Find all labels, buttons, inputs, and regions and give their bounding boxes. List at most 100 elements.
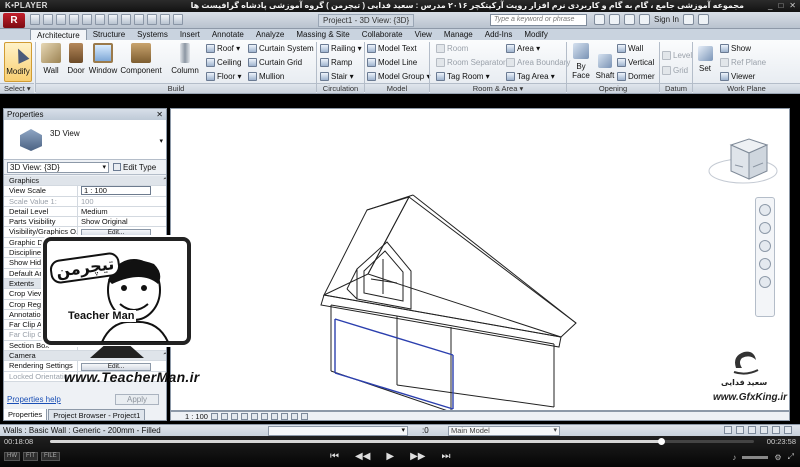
edit-button[interactable]: Edit... xyxy=(81,229,151,237)
selected-wall[interactable] xyxy=(334,318,454,410)
type-selector[interactable]: 3D View ▾ xyxy=(4,120,166,160)
model-text-button[interactable]: Model Text xyxy=(367,43,417,54)
room-separator-button[interactable]: Room Separator xyxy=(436,57,506,68)
floor-button[interactable]: Floor ▾ xyxy=(206,71,241,82)
select-links-icon[interactable] xyxy=(724,426,732,434)
tab-view[interactable]: View xyxy=(409,29,438,40)
play-icon[interactable]: ▶ xyxy=(386,451,394,462)
curtain-system-button[interactable]: Curtain System xyxy=(248,43,314,54)
property-group-header[interactable]: Graphics ⌃ xyxy=(4,176,166,187)
tab-systems[interactable]: Systems xyxy=(131,29,174,40)
look-icon[interactable] xyxy=(759,276,771,288)
wall-button[interactable]: Wall xyxy=(39,43,63,75)
property-row[interactable]: Detail Level Medium xyxy=(4,206,166,218)
reveal-hidden-icon[interactable] xyxy=(301,413,308,420)
crop-view-icon[interactable] xyxy=(261,413,268,420)
area-button[interactable]: Area ▾ xyxy=(506,43,540,54)
tab-project-browser[interactable]: Project Browser - Project1 xyxy=(48,409,146,421)
collapse-icon[interactable]: ⌃ xyxy=(159,176,166,185)
property-value[interactable]: 1 : 100 xyxy=(78,186,166,196)
tab-properties[interactable]: Properties xyxy=(3,409,48,421)
stair-button[interactable]: Stair ▾ xyxy=(320,71,354,82)
modify-button[interactable]: Modify xyxy=(4,42,32,82)
minimize-icon[interactable]: _ xyxy=(768,1,772,10)
subscription-icon[interactable] xyxy=(609,14,620,25)
window-button[interactable]: Window xyxy=(88,43,118,75)
component-button[interactable]: Component xyxy=(120,43,162,75)
edit-type-button[interactable]: Edit Type xyxy=(113,163,156,172)
tab-insert[interactable]: Insert xyxy=(174,29,206,40)
lock-view-icon[interactable] xyxy=(281,413,288,420)
zoom-icon[interactable] xyxy=(759,222,771,234)
open-icon[interactable] xyxy=(30,14,40,25)
by-face-button[interactable]: By Face xyxy=(569,43,593,80)
show-crop-icon[interactable] xyxy=(271,413,278,420)
redo-icon[interactable] xyxy=(69,14,79,25)
next-icon[interactable]: ⏭ xyxy=(441,451,450,462)
room-area-panel-label[interactable]: Room & Area ▾ xyxy=(430,83,566,93)
drag-elements-icon[interactable] xyxy=(772,426,780,434)
house-3d-model[interactable] xyxy=(171,109,790,411)
sun-path-icon[interactable] xyxy=(231,413,238,420)
maximize-icon[interactable]: □ xyxy=(778,1,783,10)
property-value[interactable]: Edit... xyxy=(78,227,166,237)
tag-room-button[interactable]: Tag Room ▾ xyxy=(436,71,490,82)
fit-badge[interactable]: FIT xyxy=(23,452,38,461)
rewind-icon[interactable]: ◀◀ xyxy=(355,451,370,462)
apply-button[interactable]: Apply xyxy=(115,394,159,405)
measure-icon[interactable] xyxy=(95,14,105,25)
fullscreen-icon[interactable]: ⤢ xyxy=(788,452,794,462)
3d-view-icon[interactable] xyxy=(121,14,131,25)
select-by-face-icon[interactable] xyxy=(760,426,768,434)
ref-plane-button[interactable]: Ref Plane xyxy=(720,57,766,68)
switch-windows-icon[interactable] xyxy=(173,14,183,25)
properties-help-link[interactable]: Properties help xyxy=(7,395,61,404)
shaft-button[interactable]: Shaft xyxy=(594,54,616,80)
3d-viewport[interactable] xyxy=(170,108,790,411)
design-option-dropdown[interactable]: Main Model xyxy=(448,426,560,436)
column-button[interactable]: Column xyxy=(170,43,200,75)
hw-badge[interactable]: HW xyxy=(4,452,20,461)
detail-level-icon[interactable] xyxy=(211,413,218,420)
tab-collaborate[interactable]: Collaborate xyxy=(356,29,409,40)
binoculars-icon[interactable] xyxy=(594,14,605,25)
set-work-plane-button[interactable]: Set xyxy=(695,46,715,73)
search-input[interactable]: Type a keyword or phrase xyxy=(490,14,587,26)
ramp-button[interactable]: Ramp xyxy=(320,57,352,68)
close-icon[interactable]: ✕ xyxy=(156,109,163,120)
steering-wheel-icon[interactable] xyxy=(759,204,771,216)
model-line-button[interactable]: Model Line xyxy=(367,57,417,68)
area-boundary-button[interactable]: Area Boundary xyxy=(506,57,570,68)
visual-style-icon[interactable] xyxy=(221,413,228,420)
ceiling-button[interactable]: Ceiling xyxy=(206,57,241,68)
door-button[interactable]: Door xyxy=(64,43,88,75)
tab-annotate[interactable]: Annotate xyxy=(206,29,250,40)
tag-area-button[interactable]: Tag Area ▾ xyxy=(506,71,555,82)
shadows-icon[interactable] xyxy=(241,413,248,420)
curtain-grid-button[interactable]: Curtain Grid xyxy=(248,57,302,68)
vertical-opening-button[interactable]: Vertical xyxy=(617,57,654,68)
property-row[interactable]: Parts Visibility Show Original xyxy=(4,217,166,228)
tab-architecture[interactable]: Architecture xyxy=(30,29,87,40)
close-hidden-icon[interactable] xyxy=(160,14,170,25)
tab-analyze[interactable]: Analyze xyxy=(250,29,290,40)
property-row[interactable]: Scale Value 1: 100 xyxy=(4,196,166,207)
revit-app-menu-button[interactable]: R xyxy=(3,13,25,28)
chevron-down-icon[interactable]: ▾ xyxy=(159,137,163,145)
render-icon[interactable] xyxy=(251,413,258,420)
model-group-button[interactable]: Model Group ▾ xyxy=(367,71,430,82)
viewer-button[interactable]: Viewer xyxy=(720,71,755,82)
fast-forward-icon[interactable]: ▶▶ xyxy=(410,451,425,462)
star-icon[interactable] xyxy=(624,14,635,25)
view-scale-input[interactable]: 1 : 100 xyxy=(81,186,151,196)
sign-in-link[interactable]: Sign In xyxy=(654,15,679,24)
thin-lines-icon[interactable] xyxy=(147,14,157,25)
select-underlay-icon[interactable] xyxy=(736,426,744,434)
filter-icon[interactable] xyxy=(784,426,792,434)
section-icon[interactable] xyxy=(134,14,144,25)
show-work-plane-button[interactable]: Show xyxy=(720,43,751,54)
text-icon[interactable] xyxy=(108,14,118,25)
print-icon[interactable] xyxy=(82,14,92,25)
tab-modify[interactable]: Modify xyxy=(518,29,554,40)
tab-add-ins[interactable]: Add-Ins xyxy=(479,29,519,40)
